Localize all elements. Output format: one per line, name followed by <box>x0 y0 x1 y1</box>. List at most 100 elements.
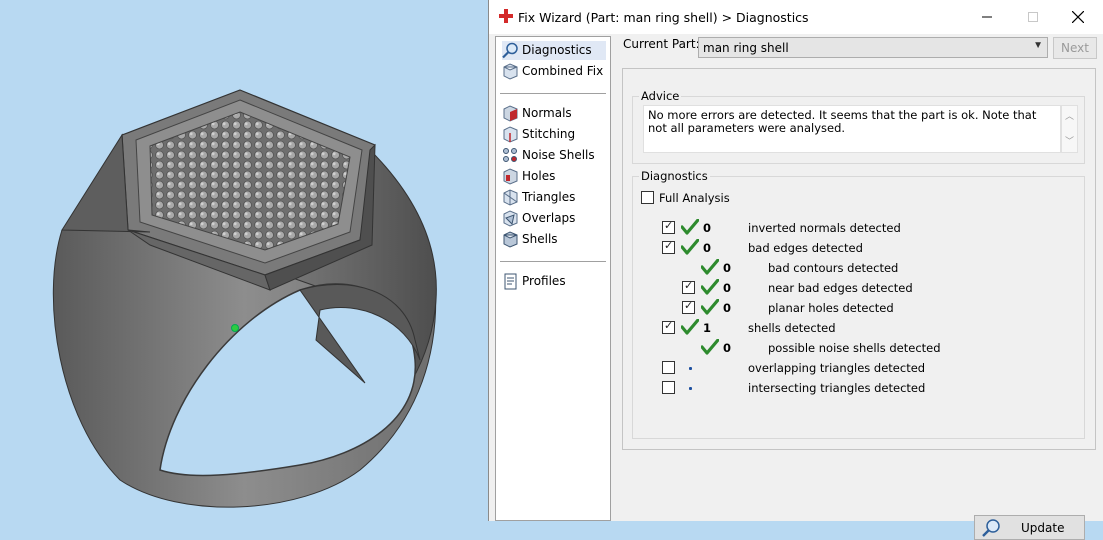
diagnostic-checkbox[interactable]: ✓ <box>662 220 675 234</box>
checkmark-icon: ✓ <box>684 300 694 312</box>
nav-item-normals[interactable]: Normals <box>502 104 606 123</box>
diagnostic-row: ✓ 1 shells detected <box>633 319 1073 338</box>
scroll-up-icon: ︿ <box>1064 111 1074 121</box>
title-bar[interactable]: Fix Wizard (Part: man ring shell) > Diag… <box>489 0 1103 34</box>
window-title: Fix Wizard (Part: man ring shell) > Diag… <box>518 10 809 25</box>
full-analysis-checkbox[interactable] <box>641 191 654 204</box>
pending-dot-icon <box>689 387 692 390</box>
noise-shells-icon <box>503 148 517 162</box>
diagnostic-row: intersecting triangles detected <box>633 380 1073 398</box>
diagnostic-label: intersecting triangles detected <box>748 381 926 395</box>
diagnostic-count: 1 <box>703 321 712 335</box>
update-label: Update <box>1021 521 1065 535</box>
maximize-button[interactable] <box>1010 0 1055 34</box>
update-button[interactable]: Update <box>974 515 1085 540</box>
diagnostic-row: 0 bad contours detected <box>633 259 1073 278</box>
triangles-icon <box>503 189 518 206</box>
checkmark-icon: ✓ <box>664 320 674 332</box>
3d-viewport[interactable] <box>0 0 488 521</box>
ring-model[interactable] <box>0 0 488 521</box>
nav-item-noise-shells[interactable]: Noise Shells <box>502 146 606 165</box>
diagnostic-label: shells detected <box>748 321 836 335</box>
nav-item-shells[interactable]: Shells <box>502 230 606 249</box>
holes-icon <box>503 168 518 185</box>
close-button[interactable] <box>1055 0 1100 34</box>
minimize-icon <box>981 16 992 18</box>
diagnostic-checkbox[interactable] <box>662 381 675 394</box>
green-check-icon <box>681 319 699 335</box>
nav-separator <box>500 261 606 262</box>
nav-item-triangles[interactable]: Triangles <box>502 188 606 207</box>
nav-separator <box>500 93 606 94</box>
diagnostic-count: 0 <box>723 261 732 275</box>
checkmark-icon: ✓ <box>664 240 674 252</box>
diagnostic-checkbox[interactable]: ✓ <box>682 300 695 314</box>
diagnostic-count: 0 <box>703 221 712 235</box>
diagnostic-label: bad edges detected <box>748 241 863 255</box>
fix-wizard-icon <box>499 9 513 23</box>
advice-text: No more errors are detected. It seems th… <box>643 105 1061 153</box>
advice-group: Advice No more errors are detected. It s… <box>632 89 1085 164</box>
diagnostic-label: inverted normals detected <box>748 221 901 235</box>
combined-fix-icon <box>503 63 518 80</box>
diagnostic-label: bad contours detected <box>768 261 899 275</box>
chevron-down-icon: ▼ <box>1033 40 1043 51</box>
diagnostic-row: ✓ 0 planar holes detected <box>633 299 1073 318</box>
maximize-icon <box>1027 12 1038 22</box>
current-part-label: Current Part: <box>623 37 700 51</box>
diagnostic-count: 0 <box>723 341 732 355</box>
nav-item-stitching[interactable]: Stitching <box>502 125 606 144</box>
diagnostics-panel: Advice No more errors are detected. It s… <box>622 68 1096 540</box>
diagnostic-checkbox[interactable] <box>662 361 675 374</box>
diagnostic-row: ✓ 0 inverted normals detected <box>633 219 1073 238</box>
diagnostic-count: 0 <box>703 241 712 255</box>
nav-item-holes[interactable]: Holes <box>502 167 606 186</box>
diagnostic-count: 0 <box>723 301 732 315</box>
minimize-button[interactable] <box>964 0 1009 34</box>
diagnostic-checkbox[interactable]: ✓ <box>662 320 675 334</box>
pending-dot-icon <box>689 367 692 370</box>
green-check-icon <box>701 299 719 315</box>
advice-title: Advice <box>639 89 682 103</box>
current-part-select[interactable]: man ring shell ▼ <box>698 37 1048 58</box>
diagnostic-label: planar holes detected <box>768 301 894 315</box>
full-analysis-label: Full Analysis <box>659 191 730 205</box>
nav-item-diagnostics[interactable]: Diagnostics <box>502 41 606 60</box>
stitching-icon <box>503 126 518 143</box>
green-check-icon <box>701 339 719 355</box>
scroll-down-icon: ﹀ <box>1064 136 1074 146</box>
fix-wizard-window: Fix Wizard (Part: man ring shell) > Diag… <box>488 0 1103 540</box>
diagnostic-row: ✓ 0 bad edges detected <box>633 239 1073 258</box>
green-check-icon <box>701 279 719 295</box>
diagnostic-row: 0 possible noise shells detected <box>633 339 1073 358</box>
diagnostic-checkbox[interactable]: ✓ <box>682 280 695 294</box>
green-check-icon <box>701 259 719 275</box>
checkmark-icon: ✓ <box>664 220 674 232</box>
next-button[interactable]: Next <box>1053 37 1097 59</box>
overlaps-icon <box>503 210 518 227</box>
normals-icon <box>503 105 518 122</box>
nav-item-overlaps[interactable]: Overlaps <box>502 209 606 228</box>
diagnostic-row: overlapping triangles detected <box>633 360 1073 378</box>
nav-item-profiles[interactable]: Profiles <box>502 272 606 291</box>
nav-item-combined-fix[interactable]: Combined Fix <box>502 62 606 81</box>
diagnostics-title: Diagnostics <box>639 169 710 183</box>
diagnostic-checkbox[interactable]: ✓ <box>662 240 675 254</box>
diagnostics-group: Diagnostics Full Analysis ✓ 0 inverted nor… <box>632 169 1085 540</box>
checkmark-icon: ✓ <box>684 280 694 292</box>
shells-icon <box>503 231 518 248</box>
wizard-nav: Diagnostics Combined Fix Normals Stitchi… <box>495 36 611 521</box>
close-icon <box>1071 10 1084 24</box>
diagnostic-label: overlapping triangles detected <box>748 361 926 375</box>
green-check-icon <box>681 219 699 235</box>
current-part-value: man ring shell <box>703 41 789 55</box>
diagnostic-label: possible noise shells detected <box>768 341 941 355</box>
magnifier-icon <box>502 42 518 59</box>
diagnostic-label: near bad edges detected <box>768 281 913 295</box>
advice-scrollbar[interactable]: ︿ ﹀ <box>1061 105 1078 153</box>
magnifier-icon <box>982 519 1000 537</box>
profiles-icon <box>504 273 517 290</box>
diagnostic-row: ✓ 0 near bad edges detected <box>633 279 1073 298</box>
diagnostic-count: 0 <box>723 281 732 295</box>
green-check-icon <box>681 239 699 255</box>
